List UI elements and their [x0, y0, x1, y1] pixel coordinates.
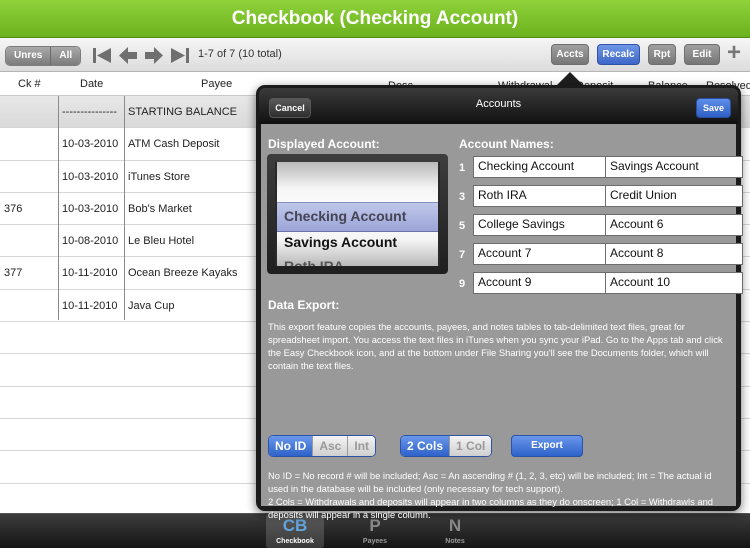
row-date: 10-11-2010 — [62, 267, 118, 280]
popover-header: Accounts Cancel Save — [259, 88, 738, 124]
filter-segmented-control[interactable]: Unres All — [5, 46, 82, 66]
row-date: 10-11-2010 — [62, 299, 118, 312]
tab-label: Payees — [362, 538, 388, 545]
row-payee: ATM Cash Deposit — [128, 138, 220, 151]
row-payee: STARTING BALANCE — [128, 106, 238, 118]
save-button[interactable]: Save — [696, 98, 731, 118]
column-divider — [124, 96, 125, 320]
col-payee[interactable]: Payee — [201, 78, 232, 90]
picker-item[interactable]: Checking Account — [284, 208, 406, 224]
next-page-icon[interactable] — [144, 46, 164, 65]
recalc-button[interactable]: Recalc — [597, 44, 640, 65]
account-number: 3 — [459, 191, 466, 203]
col-check-number[interactable]: Ck # — [18, 78, 41, 90]
account-number: 4 — [591, 191, 598, 203]
export-button[interactable]: Export — [511, 435, 583, 457]
accounts-popover: Accounts Cancel Save Displayed Account: … — [256, 85, 743, 520]
previous-page-icon[interactable] — [118, 46, 138, 65]
row-payee: Ocean Breeze Kayaks — [128, 267, 238, 280]
app-title: Checkbook (Checking Account) — [0, 0, 750, 38]
account-number: 2 — [591, 162, 598, 174]
column-option-segmented-control[interactable]: 2 Cols 1 Col — [400, 435, 493, 457]
account-number: 1 — [459, 162, 466, 174]
accounts-button[interactable]: Accts — [551, 44, 589, 65]
row-date: 10-08-2010 — [62, 235, 119, 248]
displayed-account-label: Displayed Account: — [268, 137, 380, 151]
row-check: 377 — [4, 267, 23, 280]
filter-unresolved[interactable]: Unres — [6, 47, 51, 65]
report-button[interactable]: Rpt — [648, 44, 676, 65]
row-payee: Bob's Market — [128, 202, 192, 215]
account-name-field[interactable]: Account 6 — [605, 214, 743, 236]
row-payee: Le Bleu Hotel — [128, 235, 195, 248]
tab-label: Notes — [445, 538, 465, 545]
account-names-label: Account Names: — [459, 137, 554, 151]
last-page-icon[interactable] — [170, 46, 190, 65]
tab-label: Checkbook — [276, 538, 314, 545]
picker-item[interactable]: Savings Account — [284, 234, 397, 250]
account-name-field[interactable]: Credit Union — [605, 185, 743, 207]
column-options-note: 2 Cols = Withdrawals and deposits will a… — [268, 496, 714, 520]
column-divider — [58, 96, 59, 320]
picker-wheel[interactable]: Checking Account Savings Account Roth IR… — [275, 162, 440, 266]
option-1-col[interactable]: 1 Col — [449, 436, 492, 456]
first-page-icon[interactable] — [92, 46, 112, 65]
account-number: 9 — [459, 278, 466, 290]
option-no-id[interactable]: No ID — [269, 436, 313, 456]
popover-arrow — [556, 72, 584, 86]
account-number: 5 — [459, 220, 466, 232]
data-export-label: Data Export: — [268, 298, 340, 312]
account-number: 10 — [591, 278, 604, 290]
account-name-field[interactable]: Savings Account — [605, 156, 743, 178]
option-2-cols[interactable]: 2 Cols — [401, 436, 450, 456]
filter-all[interactable]: All — [50, 47, 81, 65]
account-number: 8 — [591, 249, 598, 261]
account-picker[interactable]: Checking Account Savings Account Roth IR… — [267, 154, 448, 274]
row-date: 10-03-2010 — [62, 170, 119, 183]
col-date[interactable]: Date — [80, 78, 103, 90]
record-count: 1-7 of 7 (10 total) — [198, 48, 282, 60]
picker-item[interactable]: Roth IRA — [284, 258, 344, 266]
row-date: 10-03-2010 — [62, 202, 119, 215]
add-icon[interactable]: + — [727, 41, 741, 65]
id-option-segmented-control[interactable]: No ID Asc Int — [268, 435, 377, 457]
account-number: 7 — [459, 249, 466, 261]
export-description: This export feature copies the accounts,… — [268, 321, 723, 371]
option-int[interactable]: Int — [347, 436, 376, 456]
account-name-field[interactable]: Account 10 — [605, 272, 743, 294]
row-check: 376 — [4, 202, 23, 215]
cancel-button[interactable]: Cancel — [269, 98, 311, 118]
edit-button[interactable]: Edit — [684, 44, 720, 65]
option-asc[interactable]: Asc — [312, 436, 348, 456]
row-date: 10-03-2010 — [62, 138, 119, 151]
popover-body: Displayed Account: Account Names: Checki… — [261, 124, 743, 520]
row-payee: Java Cup — [128, 299, 175, 312]
row-payee: iTunes Store — [128, 170, 190, 183]
popover-title: Accounts — [475, 98, 522, 110]
account-number: 6 — [591, 220, 598, 232]
id-options-note: No ID = No record # will be included; As… — [268, 470, 712, 494]
row-date: --------------- — [62, 106, 117, 118]
account-name-field[interactable]: Account 8 — [605, 243, 743, 265]
